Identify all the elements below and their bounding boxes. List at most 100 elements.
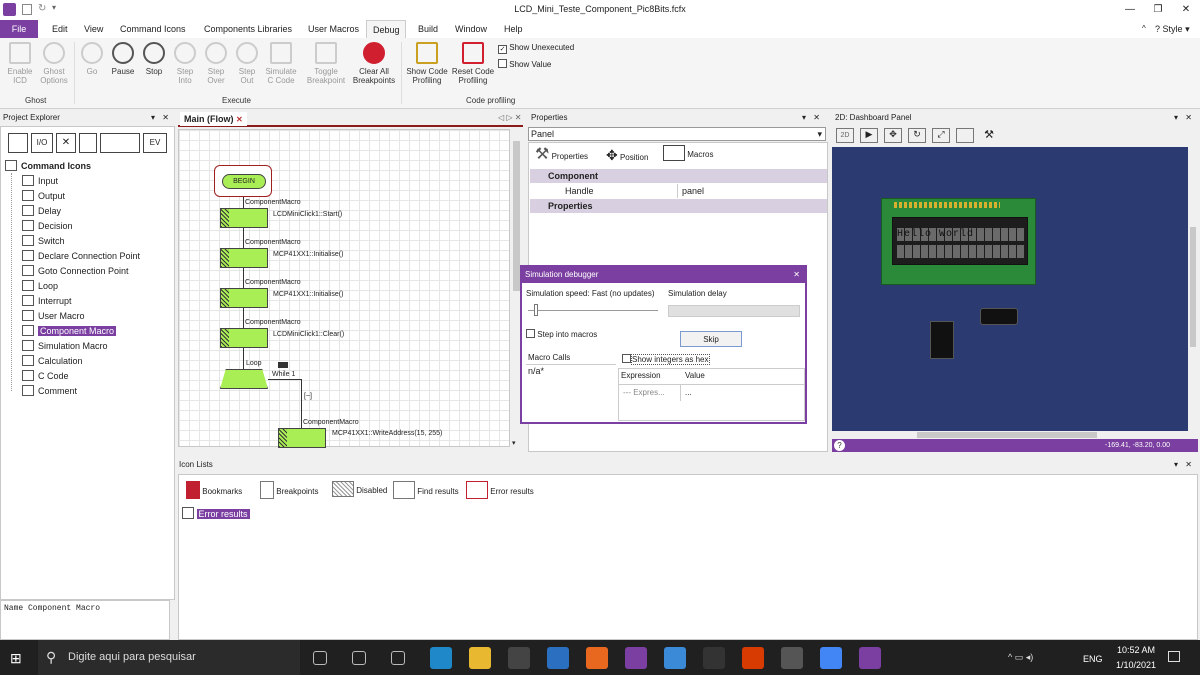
tab-disabled[interactable]: Disabled (332, 481, 387, 501)
reset-code-profiling-button[interactable]: Reset Code Profiling (450, 40, 496, 85)
loop-shape[interactable] (220, 369, 268, 389)
close-tab-icon[interactable]: ✕ (236, 115, 243, 124)
tree-item-output[interactable]: Output (22, 189, 65, 204)
table-icon[interactable] (79, 133, 97, 153)
tab-bookmarks[interactable]: Bookmarks (186, 481, 242, 502)
close-button[interactable]: ✕ (1172, 0, 1200, 20)
mcp-chip[interactable] (980, 308, 1018, 325)
panel-pin-icon[interactable]: ▾ (1174, 111, 1178, 125)
pan-icon[interactable]: ✥ (884, 128, 902, 143)
pause-button[interactable]: Pause (108, 40, 138, 76)
pointer-icon[interactable]: ▶ (860, 128, 878, 143)
tab-breakpoints[interactable]: Breakpoints (260, 481, 318, 502)
file-explorer-icon[interactable] (469, 647, 491, 669)
menu-components-libraries[interactable]: Components Libraries (198, 20, 298, 38)
tree-item-delay[interactable]: Delay (22, 204, 61, 219)
lcd-board[interactable]: Hello World (881, 198, 1036, 285)
menu-user-macros[interactable]: User Macros (302, 20, 365, 38)
tree-item-user-macro[interactable]: User Macro (22, 309, 85, 324)
tools-icon[interactable]: ⚒ (980, 128, 998, 143)
tab-find-results[interactable]: Find results (393, 481, 459, 502)
panel-pin-icon[interactable]: ▾ (802, 111, 806, 125)
menu-build[interactable]: Build (412, 20, 444, 38)
simulate-c-code-button[interactable]: Simulate C Code (263, 40, 299, 85)
show-value-checkbox[interactable]: Show Value (498, 59, 551, 69)
component-section[interactable]: Component (530, 169, 827, 183)
tray-icons[interactable]: ^ ▭ ◂) (1008, 652, 1033, 663)
panel-pin-icon[interactable]: ▾ (151, 111, 155, 125)
restore-button[interactable]: ❐ (1144, 0, 1172, 20)
menu-file[interactable]: File (0, 20, 38, 38)
tree-item-declare-connection-point[interactable]: Declare Connection Point (22, 249, 140, 264)
toggle-breakpoint-button[interactable]: Toggle Breakpoint (304, 40, 348, 85)
rotate-icon[interactable]: ↻ (908, 128, 926, 143)
firefox-icon[interactable] (586, 647, 608, 669)
skip-button[interactable]: Skip (680, 331, 742, 347)
tree-item-component-macro[interactable]: Component Macro (22, 324, 117, 339)
hex-checkbox[interactable]: Show integers as hex (622, 354, 710, 365)
x-icon[interactable]: ✕ (56, 133, 76, 153)
tree-item-switch[interactable]: Switch (22, 234, 65, 249)
menu-help[interactable]: Help (498, 20, 529, 38)
tab-error-results[interactable]: Error results (466, 481, 534, 502)
tab-main-flow[interactable]: Main (Flow) ✕ (180, 112, 247, 126)
task-view-icon[interactable] (313, 651, 327, 665)
speed-slider[interactable] (528, 304, 658, 316)
step-over-button[interactable]: Step Over (202, 40, 230, 85)
antivirus-icon[interactable] (391, 651, 405, 665)
error-results-section[interactable]: Error results (182, 507, 250, 521)
step-out-button[interactable]: Step Out (233, 40, 261, 85)
notification-icon[interactable] (1168, 651, 1180, 662)
macros-tab[interactable]: Macros (663, 145, 713, 165)
menu-view[interactable]: View (78, 20, 109, 38)
tree-item-c-code[interactable]: C Code (22, 369, 69, 384)
grid-snap-icon[interactable] (956, 128, 974, 143)
delay-bar[interactable] (668, 305, 800, 317)
tree-item-input[interactable]: Input (22, 174, 58, 189)
position-tab[interactable]: ✥ Position (606, 145, 648, 168)
show-unexecuted-checkbox[interactable]: ✓ Show Unexecuted (498, 43, 574, 54)
clear-all-breakpoints-button[interactable]: Clear All Breakpoints (350, 40, 398, 85)
tree-item-interrupt[interactable]: Interrupt (22, 294, 72, 309)
tree-item-simulation-macro[interactable]: Simulation Macro (22, 339, 108, 354)
help-icon[interactable]: ? (834, 440, 845, 451)
go-button[interactable]: Go (78, 40, 106, 76)
dashboard-canvas[interactable] (832, 147, 1188, 431)
component-macro-block[interactable] (220, 328, 268, 348)
ie-icon[interactable] (664, 647, 686, 669)
app-icon[interactable] (781, 647, 803, 669)
store-icon[interactable] (508, 647, 530, 669)
dashboard-scrollbar-h[interactable] (832, 431, 1188, 439)
ribbon-collapse-icon[interactable]: ^ (1142, 24, 1146, 33)
panel-close-icon[interactable]: ✕ (1185, 458, 1192, 472)
ghost-options-button[interactable]: Ghost Options (36, 40, 72, 85)
event-icon[interactable]: EV (143, 133, 167, 153)
style-menu[interactable]: ? Style ▾ (1155, 24, 1190, 35)
chrome-icon[interactable] (820, 647, 842, 669)
start-button[interactable]: ⊞ (10, 650, 22, 667)
clock-date[interactable]: 1/10/2021 (1108, 660, 1164, 670)
explorer-icon[interactable] (352, 651, 366, 665)
grid-icon[interactable] (8, 133, 28, 153)
watch-value-cell[interactable]: ... (685, 388, 692, 397)
visual-studio-icon[interactable] (625, 647, 647, 669)
menu-debug[interactable]: Debug (366, 20, 406, 38)
watch-expression-cell[interactable]: --- Expres... (623, 388, 665, 397)
zoom-fit-icon[interactable]: ⤢ (932, 128, 950, 143)
component-macro-block[interactable] (278, 428, 326, 448)
step-into-button[interactable]: Step Into (171, 40, 199, 85)
component-macro-block[interactable] (220, 208, 268, 228)
language-indicator[interactable]: ENG (1083, 654, 1103, 664)
panel-close-icon[interactable]: ✕ (813, 111, 820, 125)
properties-selector[interactable]: Panel ▾ (528, 127, 826, 141)
minimize-button[interactable]: — (1116, 0, 1144, 20)
stop-button[interactable]: Stop (140, 40, 168, 76)
component-icon[interactable] (100, 133, 140, 153)
menu-window[interactable]: Window (449, 20, 493, 38)
tree-item-decision[interactable]: Decision (22, 219, 73, 234)
begin-terminal[interactable]: BEGIN (222, 174, 266, 189)
menu-edit[interactable]: Edit (46, 20, 74, 38)
handle-value[interactable]: panel (682, 186, 704, 196)
office-icon[interactable] (742, 647, 764, 669)
dialog-close-icon[interactable]: ✕ (793, 267, 800, 283)
